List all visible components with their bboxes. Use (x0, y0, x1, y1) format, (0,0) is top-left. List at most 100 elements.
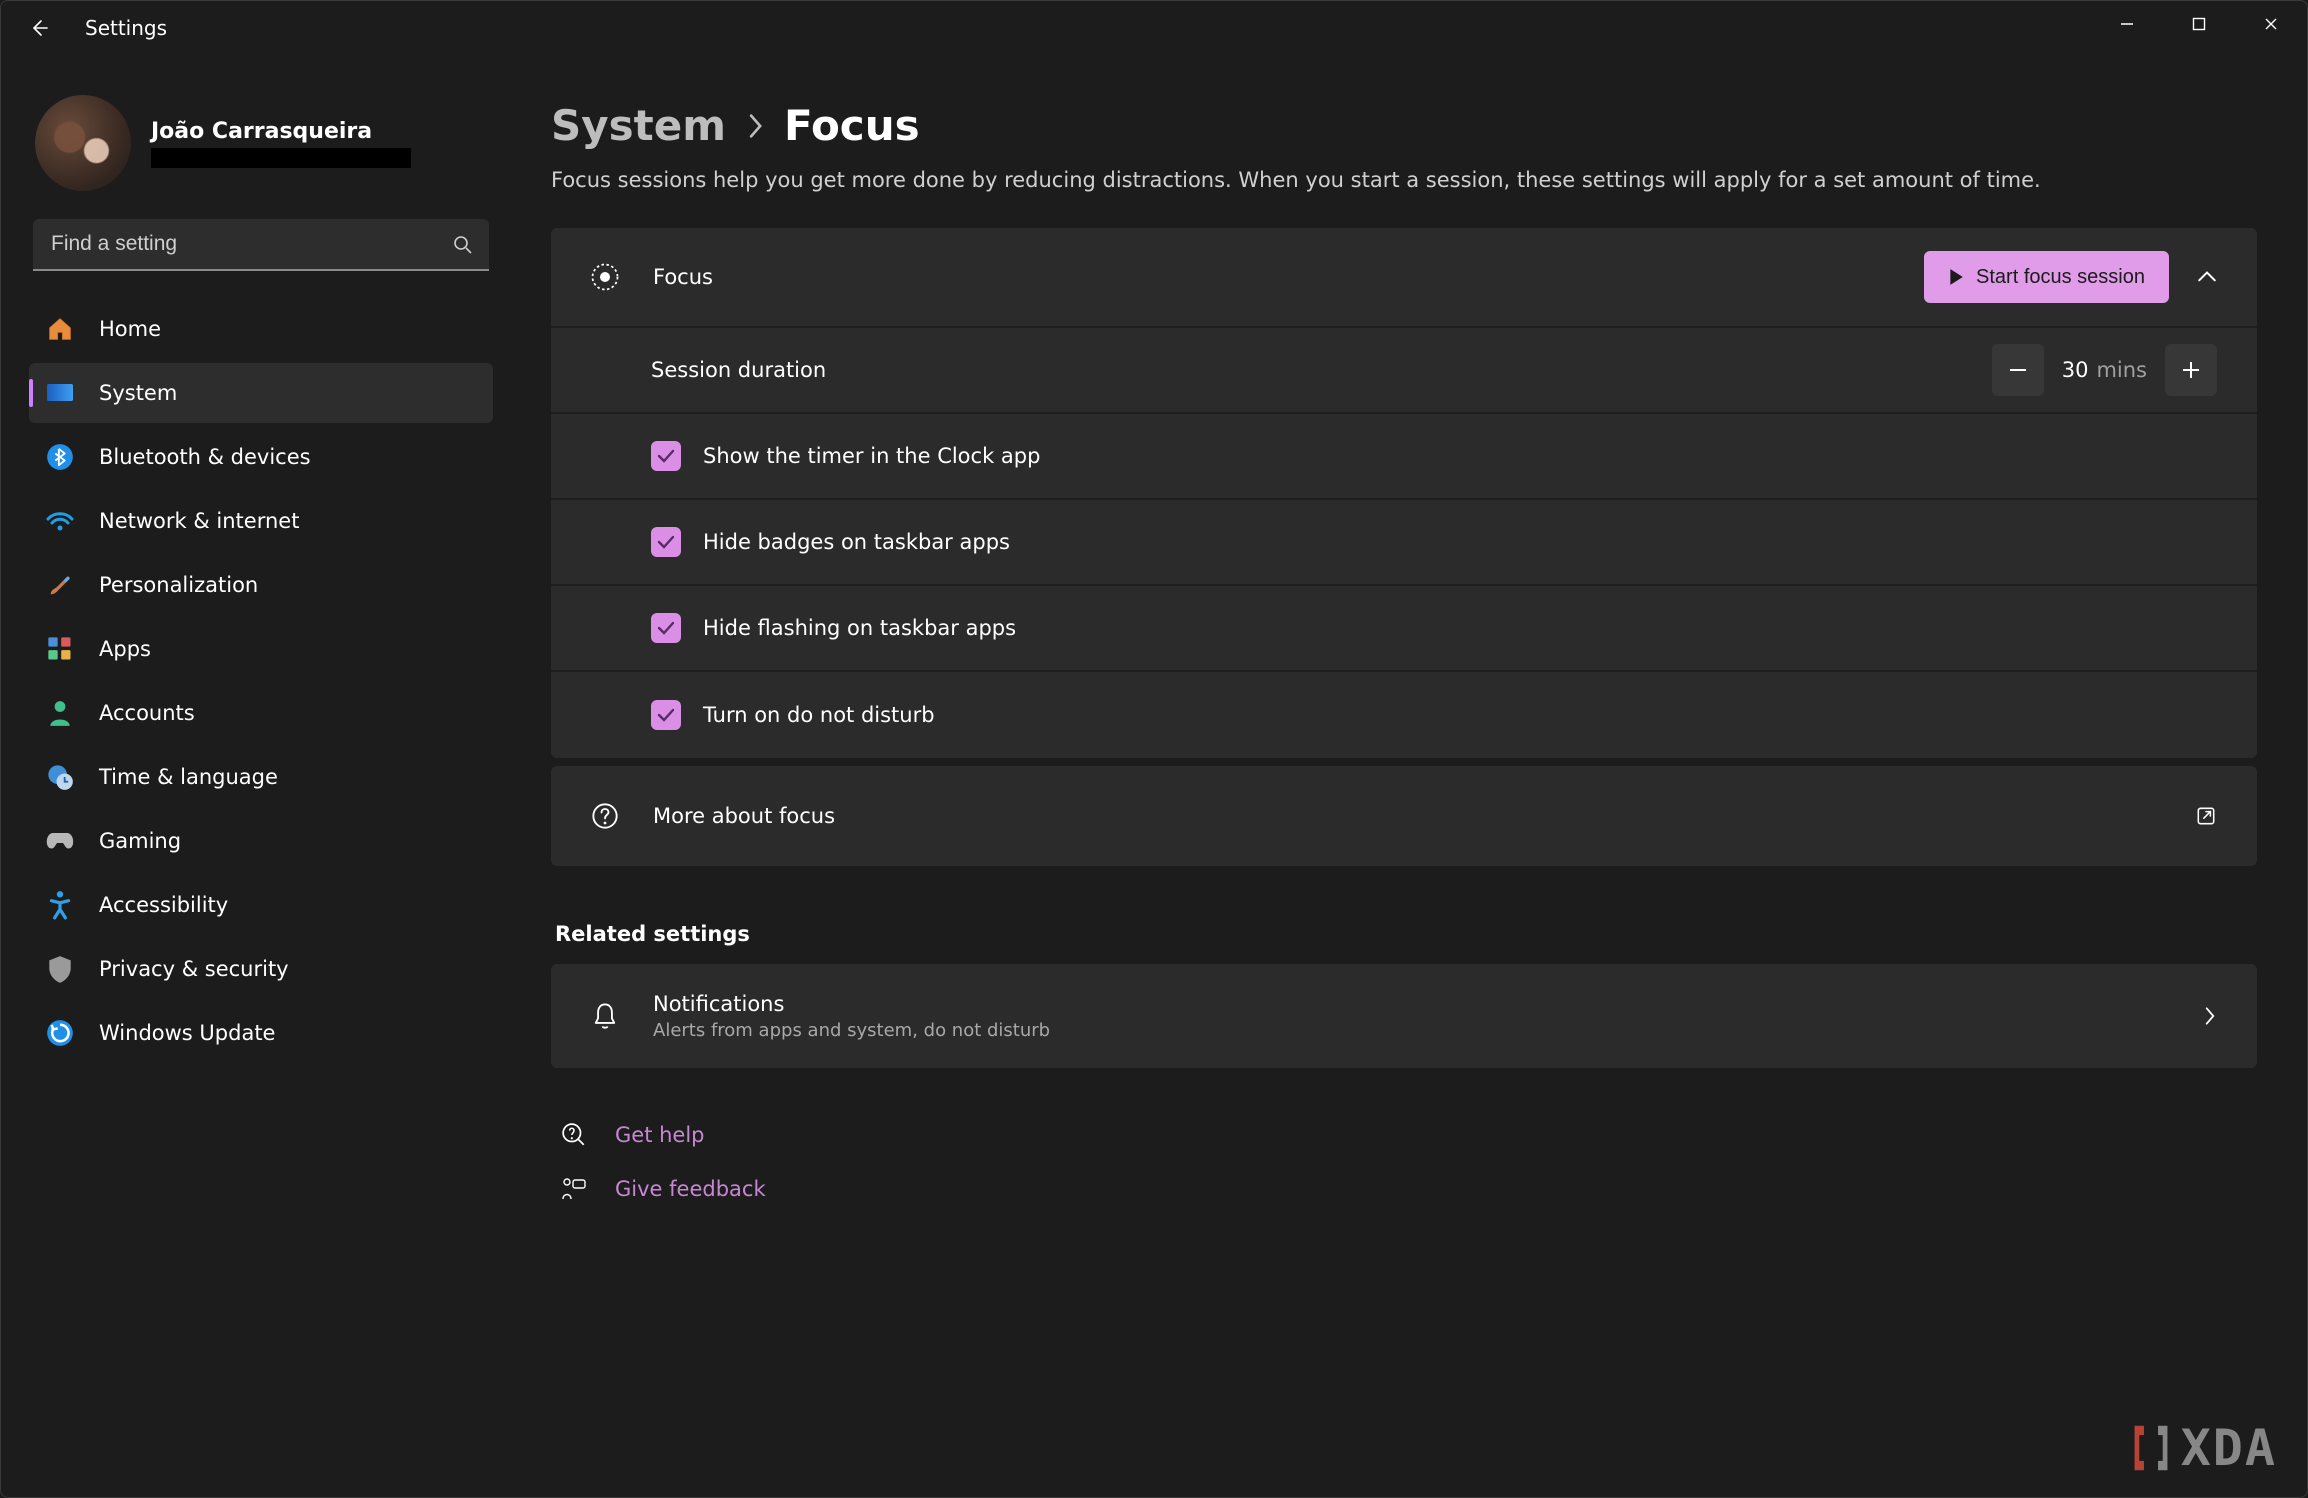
sidebar-item-time-language[interactable]: Time & language (29, 747, 493, 807)
notifications-title: Notifications (653, 992, 2203, 1016)
option-label: Show the timer in the Clock app (703, 444, 2217, 468)
maximize-icon (2192, 17, 2206, 31)
sidebar-item-privacy[interactable]: Privacy & security (29, 939, 493, 999)
page-description: Focus sessions help you get more done by… (551, 168, 2257, 192)
help-links: Get help Give feedback (551, 1108, 2257, 1216)
option-dnd: Turn on do not disturb (551, 672, 2257, 758)
sidebar-item-network[interactable]: Network & internet (29, 491, 493, 551)
get-help-link[interactable]: Get help (551, 1108, 2257, 1162)
back-button[interactable] (19, 8, 59, 48)
sidebar-item-gaming[interactable]: Gaming (29, 811, 493, 871)
option-hide-flashing: Hide flashing on taskbar apps (551, 586, 2257, 672)
sidebar-item-personalization[interactable]: Personalization (29, 555, 493, 615)
bell-icon (581, 1001, 629, 1031)
content-area: System Focus Focus sessions help you get… (521, 55, 2307, 1497)
sidebar-item-label: Gaming (99, 829, 181, 853)
user-name: João Carrasqueira (151, 119, 411, 144)
person-icon (45, 698, 75, 728)
sidebar-item-apps[interactable]: Apps (29, 619, 493, 679)
chevron-up-icon[interactable] (2197, 270, 2217, 284)
focus-panel: Focus Start focus session Session durati… (551, 228, 2257, 758)
sidebar-item-label: Personalization (99, 573, 258, 597)
feedback-icon (559, 1177, 589, 1201)
session-duration-unit: mins (2096, 358, 2147, 382)
external-link-icon (2195, 805, 2217, 827)
chevron-right-icon (746, 113, 764, 139)
paintbrush-icon (45, 570, 75, 600)
user-email-redacted (151, 148, 411, 168)
sidebar-item-label: Apps (99, 637, 151, 661)
focus-icon (581, 262, 629, 292)
search-icon (453, 235, 473, 255)
close-icon (2264, 17, 2278, 31)
titlebar: Settings (1, 1, 2307, 55)
sidebar-item-label: Accounts (99, 701, 195, 725)
minimize-button[interactable] (2091, 1, 2163, 47)
focus-header-label: Focus (653, 265, 1924, 289)
sidebar-item-label: Network & internet (99, 509, 299, 533)
help-circle-icon (581, 802, 629, 830)
minimize-icon (2120, 17, 2134, 31)
user-block[interactable]: João Carrasqueira (29, 95, 493, 219)
breadcrumb-current: Focus (784, 101, 920, 150)
breadcrumb-parent[interactable]: System (551, 101, 726, 150)
chevron-right-icon (2203, 1005, 2217, 1027)
maximize-button[interactable] (2163, 1, 2235, 47)
session-duration-label: Session duration (651, 358, 1992, 382)
start-focus-session-button[interactable]: Start focus session (1924, 251, 2169, 303)
sidebar-item-label: System (99, 381, 177, 405)
option-hide-badges: Hide badges on taskbar apps (551, 500, 2257, 586)
gamepad-icon (45, 826, 75, 856)
sidebar-item-label: Bluetooth & devices (99, 445, 311, 469)
more-about-focus-panel[interactable]: More about focus (551, 766, 2257, 866)
help-icon (559, 1122, 589, 1148)
sidebar-item-label: Privacy & security (99, 957, 289, 981)
close-button[interactable] (2235, 1, 2307, 47)
sidebar-item-accessibility[interactable]: Accessibility (29, 875, 493, 935)
search-input[interactable] (33, 219, 489, 271)
sidebar-item-label: Home (99, 317, 161, 341)
decrease-duration-button[interactable] (1992, 344, 2044, 396)
related-settings-title: Related settings (555, 922, 2257, 946)
sidebar-item-windows-update[interactable]: Windows Update (29, 1003, 493, 1063)
more-about-focus-label: More about focus (653, 804, 2195, 828)
checkbox-dnd[interactable] (651, 700, 681, 730)
sidebar-item-home[interactable]: Home (29, 299, 493, 359)
sidebar-item-bluetooth[interactable]: Bluetooth & devices (29, 427, 493, 487)
increase-duration-button[interactable] (2165, 344, 2217, 396)
check-icon (657, 448, 675, 464)
check-icon (657, 534, 675, 550)
system-icon (45, 378, 75, 408)
play-icon (1948, 268, 1964, 286)
session-duration-value: 30 (2062, 358, 2089, 382)
bluetooth-icon (45, 442, 75, 472)
notifications-panel[interactable]: Notifications Alerts from apps and syste… (551, 964, 2257, 1068)
option-label: Hide badges on taskbar apps (703, 530, 2217, 554)
app-title: Settings (85, 16, 167, 40)
sidebar: João Carrasqueira Home (1, 55, 521, 1497)
checkbox-hide-flashing[interactable] (651, 613, 681, 643)
checkbox-show-timer[interactable] (651, 441, 681, 471)
arrow-left-icon (29, 18, 49, 38)
sidebar-item-accounts[interactable]: Accounts (29, 683, 493, 743)
session-duration-stepper: 30 mins (1992, 344, 2217, 396)
checkbox-hide-badges[interactable] (651, 527, 681, 557)
give-feedback-link[interactable]: Give feedback (551, 1162, 2257, 1216)
sidebar-item-system[interactable]: System (29, 363, 493, 423)
apps-icon (45, 634, 75, 664)
notifications-subtitle: Alerts from apps and system, do not dist… (653, 1020, 2203, 1041)
wifi-icon (45, 506, 75, 536)
update-icon (45, 1018, 75, 1048)
xda-logo-icon (2127, 1421, 2175, 1475)
avatar (35, 95, 131, 191)
sidebar-item-label: Windows Update (99, 1021, 275, 1045)
option-show-timer: Show the timer in the Clock app (551, 414, 2257, 500)
accessibility-icon (45, 890, 75, 920)
search-box[interactable] (33, 219, 489, 271)
globe-clock-icon (45, 762, 75, 792)
sidebar-item-label: Accessibility (99, 893, 228, 917)
home-icon (45, 314, 75, 344)
breadcrumb: System Focus (551, 101, 2257, 150)
focus-header-row[interactable]: Focus Start focus session (551, 228, 2257, 328)
option-label: Turn on do not disturb (703, 703, 2217, 727)
